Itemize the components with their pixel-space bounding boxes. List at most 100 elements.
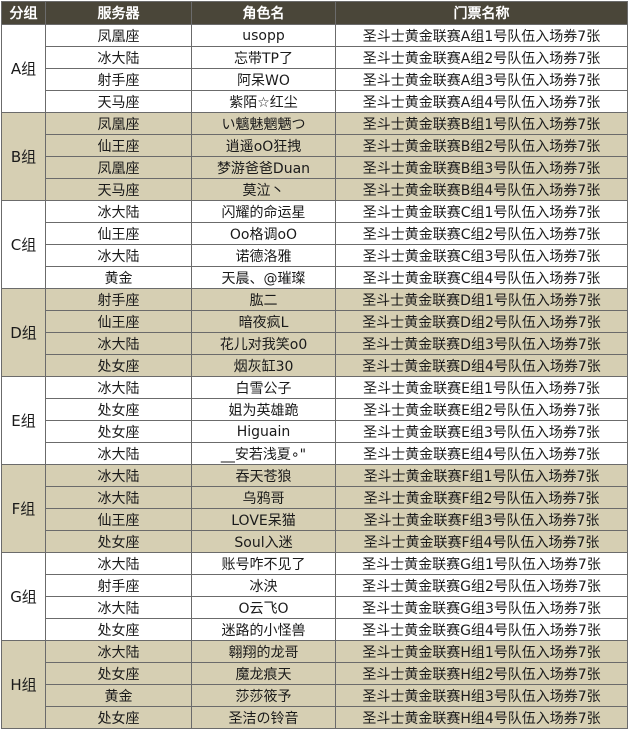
server-cell: 仙王座 [45, 508, 192, 531]
table-row: 冰大陆 __安若浅夏∘" 圣斗士黄金联赛E组4号队伍入场券7张 [2, 442, 628, 465]
table-row: H组 冰大陆 翱翔的龙哥 圣斗士黄金联赛H组1号队伍入场券7张 [1, 640, 628, 729]
ticket-name-cell: 圣斗士黄金联赛G组1号队伍入场券7张 [335, 552, 628, 575]
role-name-cell: Oo格调oO [191, 222, 336, 245]
ticket-table: 分组 服务器 角色名 门票名称 A组 凤凰座 usopp 圣斗士黄金联赛A组1号队伍入… [1, 1, 628, 729]
table-row: 处女座 烟灰缸30 圣斗士黄金联赛D组4号队伍入场券7张 [2, 354, 628, 377]
role-name-cell: 逍遥oO狂拽 [191, 134, 336, 157]
group-cell: B组 [1, 112, 46, 201]
server-cell: 处女座 [45, 398, 192, 421]
ticket-name-cell: 圣斗士黄金联赛D组3号队伍入场券7张 [335, 332, 628, 355]
ticket-name-cell: 圣斗士黄金联赛E组3号队伍入场券7张 [335, 420, 628, 443]
ticket-name-cell: 圣斗士黄金联赛C组4号队伍入场券7张 [335, 266, 628, 289]
table-row: 处女座 圣洁の铃音 圣斗士黄金联赛H组4号队伍入场券7张 [2, 706, 628, 729]
table-row: 凤凰座 梦游爸爸Duan 圣斗士黄金联赛B组3号队伍入场券7张 [2, 156, 628, 179]
role-name-cell: 莫泣丶 [191, 178, 336, 201]
role-name-cell: 圣洁の铃音 [191, 706, 336, 729]
role-name-cell: 阿呆WO [191, 68, 336, 91]
server-cell: 处女座 [45, 706, 192, 729]
ticket-name-cell: 圣斗士黄金联赛F组3号队伍入场券7张 [335, 508, 628, 531]
server-cell: 凤凰座 [45, 112, 192, 135]
table-row: 处女座 迷路的小怪兽 圣斗士黄金联赛G组4号队伍入场券7张 [2, 618, 628, 641]
server-cell: 冰大陆 [45, 46, 192, 69]
header-server: 服务器 [45, 1, 192, 25]
table-row: 冰大陆 O云飞O 圣斗士黄金联赛G组3号队伍入场券7张 [2, 596, 628, 619]
server-cell: 仙王座 [45, 134, 192, 157]
role-name-cell: 账号咋不见了 [191, 552, 336, 575]
header-ticket: 门票名称 [335, 1, 628, 25]
server-cell: 处女座 [45, 420, 192, 443]
ticket-name-cell: 圣斗士黄金联赛E组2号队伍入场券7张 [335, 398, 628, 421]
role-name-cell: Soul入迷 [191, 530, 336, 553]
table-row: D组 射手座 肱二 圣斗士黄金联赛D组1号队伍入场券7张 [1, 288, 628, 377]
table-header: 分组 服务器 角色名 门票名称 [1, 1, 628, 25]
table-row: E组 冰大陆 白雪公子 圣斗士黄金联赛E组1号队伍入场券7张 [1, 376, 628, 465]
ticket-name-cell: 圣斗士黄金联赛E组1号队伍入场券7张 [335, 376, 628, 399]
role-name-cell: 迷路的小怪兽 [191, 618, 336, 641]
group-cell: G组 [1, 552, 46, 641]
role-name-cell: 莎莎筱予 [191, 684, 336, 707]
role-name-cell: 乌鸦哥 [191, 486, 336, 509]
role-name-cell: 翱翔的龙哥 [191, 640, 336, 663]
group-cell: E组 [1, 376, 46, 465]
table-row: F组 冰大陆 吞天苍狼 圣斗士黄金联赛F组1号队伍入场券7张 [1, 464, 628, 553]
server-cell: 冰大陆 [45, 442, 192, 465]
server-cell: 冰大陆 [45, 376, 192, 399]
server-cell: 黄金 [45, 684, 192, 707]
server-cell: 仙王座 [45, 310, 192, 333]
role-name-cell: 姐为英雄跪 [191, 398, 336, 421]
role-name-cell: 冰泱 [191, 574, 336, 597]
ticket-name-cell: 圣斗士黄金联赛E组4号队伍入场券7张 [335, 442, 628, 465]
table-row: 射手座 阿呆WO 圣斗士黄金联赛A组3号队伍入场券7张 [2, 68, 628, 91]
server-cell: 冰大陆 [45, 486, 192, 509]
role-name-cell: 花儿对我笑o0 [191, 332, 336, 355]
ticket-name-cell: 圣斗士黄金联赛G组3号队伍入场券7张 [335, 596, 628, 619]
role-name-cell: 肱二 [191, 288, 336, 311]
server-cell: 冰大陆 [45, 596, 192, 619]
server-cell: 天马座 [45, 178, 192, 201]
server-cell: 处女座 [45, 662, 192, 685]
server-cell: 凤凰座 [45, 24, 192, 47]
table-body: A组 凤凰座 usopp 圣斗士黄金联赛A组1号队伍入场券7张 冰大陆 忘带TP了 圣斗士黄… [1, 24, 628, 729]
ticket-name-cell: 圣斗士黄金联赛H组1号队伍入场券7张 [335, 640, 628, 663]
group-cell: A组 [1, 24, 46, 113]
ticket-name-cell: 圣斗士黄金联赛C组2号队伍入场券7张 [335, 222, 628, 245]
server-cell: 天马座 [45, 90, 192, 113]
table-row: B组 凤凰座 い魑魅魍魉つ 圣斗士黄金联赛B组1号队伍入场券7张 [1, 112, 628, 201]
table-row: 黄金 天晨、@璀璨 圣斗士黄金联赛C组4号队伍入场券7张 [2, 266, 628, 289]
server-cell: 凤凰座 [45, 156, 192, 179]
role-name-cell: 天晨、@璀璨 [191, 266, 336, 289]
ticket-name-cell: 圣斗士黄金联赛G组2号队伍入场券7张 [335, 574, 628, 597]
server-cell: 处女座 [45, 618, 192, 641]
server-cell: 处女座 [45, 354, 192, 377]
role-name-cell: 吞天苍狼 [191, 464, 336, 487]
server-cell: 冰大陆 [45, 244, 192, 267]
header-row: 分组 服务器 角色名 门票名称 [1, 1, 628, 25]
role-name-cell: Higuain [191, 420, 336, 443]
role-name-cell: い魑魅魍魉つ [191, 112, 336, 135]
ticket-table-container: 分组 服务器 角色名 门票名称 A组 凤凰座 usopp 圣斗士黄金联赛A组1号队伍入… [1, 1, 628, 729]
server-cell: 射手座 [45, 288, 192, 311]
role-name-cell: 魔龙痕天 [191, 662, 336, 685]
ticket-name-cell: 圣斗士黄金联赛A组3号队伍入场券7张 [335, 68, 628, 91]
header-group: 分组 [1, 1, 46, 25]
table-row: A组 凤凰座 usopp 圣斗士黄金联赛A组1号队伍入场券7张 [1, 24, 628, 113]
role-name-cell: 白雪公子 [191, 376, 336, 399]
ticket-name-cell: 圣斗士黄金联赛H组3号队伍入场券7张 [335, 684, 628, 707]
role-name-cell: 闪耀的命运星 [191, 200, 336, 223]
group-cell: C组 [1, 200, 46, 289]
table-row: 处女座 姐为英雄跪 圣斗士黄金联赛E组2号队伍入场券7张 [2, 398, 628, 421]
server-cell: 冰大陆 [45, 464, 192, 487]
ticket-name-cell: 圣斗士黄金联赛D组1号队伍入场券7张 [335, 288, 628, 311]
table-row: 冰大陆 诺德洛雅 圣斗士黄金联赛C组3号队伍入场券7张 [2, 244, 628, 267]
ticket-name-cell: 圣斗士黄金联赛A组4号队伍入场券7张 [335, 90, 628, 113]
table-row: 处女座 Higuain 圣斗士黄金联赛E组3号队伍入场券7张 [2, 420, 628, 443]
role-name-cell: 诺德洛雅 [191, 244, 336, 267]
role-name-cell: O云飞O [191, 596, 336, 619]
table-row: 天马座 紫陌☆红尘 圣斗士黄金联赛A组4号队伍入场券7张 [2, 90, 628, 113]
ticket-name-cell: 圣斗士黄金联赛H组4号队伍入场券7张 [335, 706, 628, 729]
ticket-name-cell: 圣斗士黄金联赛C组1号队伍入场券7张 [335, 200, 628, 223]
table-row: 仙王座 逍遥oO狂拽 圣斗士黄金联赛B组2号队伍入场券7张 [2, 134, 628, 157]
table-row: 仙王座 Oo格调oO 圣斗士黄金联赛C组2号队伍入场券7张 [2, 222, 628, 245]
role-name-cell: 紫陌☆红尘 [191, 90, 336, 113]
server-cell: 冰大陆 [45, 200, 192, 223]
